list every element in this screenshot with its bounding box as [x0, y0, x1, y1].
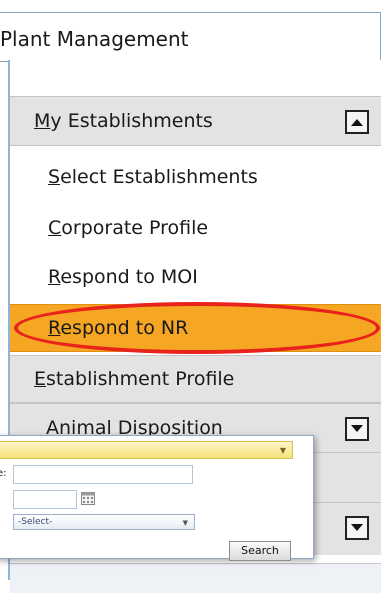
collapse-button[interactable]	[345, 110, 369, 134]
menu-item-select-establishments[interactable]: Select Establishments	[10, 154, 381, 200]
text-field[interactable]	[13, 465, 193, 484]
menu-item-label: Select Establishments	[48, 166, 258, 188]
select-value: -Select-	[18, 517, 53, 527]
annotation-ring	[14, 302, 380, 354]
select-dropdown[interactable]: -Select- ▼	[13, 514, 195, 530]
page-title: Plant Management	[0, 27, 189, 51]
menu-item-establishment-profile[interactable]: Establishment Profile	[10, 355, 381, 403]
menu-item-label: Respond to MOI	[48, 266, 198, 288]
dropdown-caret-icon: ▼	[279, 446, 286, 455]
menu-item-respond-to-moi[interactable]: Respond to MOI	[10, 254, 381, 300]
expand-button[interactable]	[345, 417, 369, 441]
field-label: e:	[0, 468, 7, 479]
section-my-establishments[interactable]: My Establishments	[10, 96, 381, 146]
bottom-strip	[10, 563, 381, 593]
search-button[interactable]: Search	[229, 541, 291, 561]
menu-item-corporate-profile[interactable]: Corporate Profile	[10, 205, 381, 251]
chevron-down-icon	[351, 524, 363, 531]
calendar-icon[interactable]	[81, 492, 95, 505]
section-label: My Establishments	[34, 110, 213, 132]
dropdown-caret-icon: ▼	[182, 519, 188, 527]
title-bar: Plant Management	[0, 12, 381, 62]
date-field[interactable]	[13, 490, 77, 509]
search-popup: ▼ e: -Select- ▼ Search	[0, 435, 314, 561]
chevron-down-icon	[351, 425, 363, 432]
popup-dropdown[interactable]: ▼	[0, 441, 293, 459]
expand-button[interactable]	[345, 516, 369, 540]
chevron-up-icon	[351, 119, 363, 126]
stage: Plant Management My Establishments Selec…	[0, 0, 381, 593]
menu-item-label: Corporate Profile	[48, 217, 209, 239]
menu-item-label: Establishment Profile	[34, 368, 235, 390]
